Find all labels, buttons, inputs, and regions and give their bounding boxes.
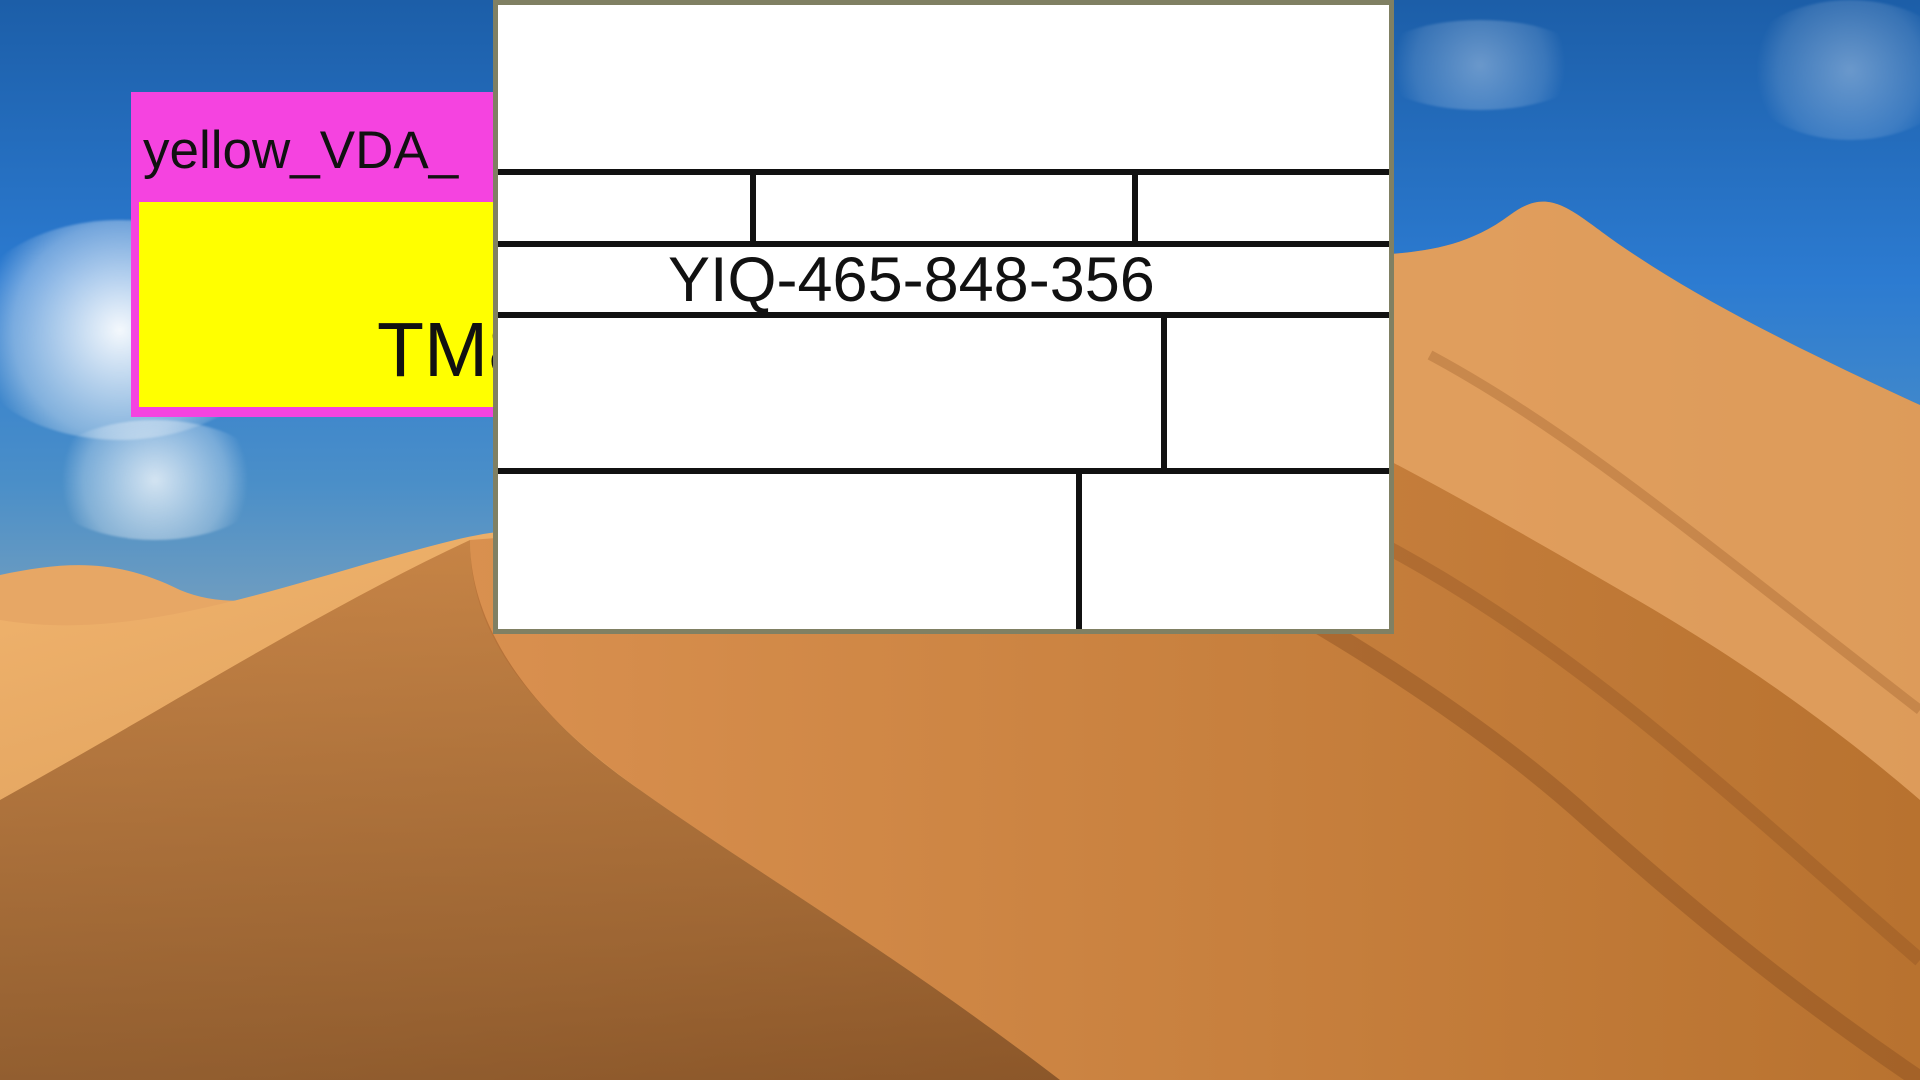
small-cell-3[interactable]	[1138, 175, 1383, 243]
yellow-window[interactable]: yellow_VDA_ TM8	[131, 92, 546, 417]
middle-right-cell[interactable]	[1167, 318, 1383, 471]
small-cell-1[interactable]	[498, 175, 750, 243]
desktop: yellow_VDA_ TM8 YIQ-465-848-356	[0, 0, 1920, 1080]
yellow-window-body[interactable]: TM8	[139, 202, 541, 407]
top-empty-cell[interactable]	[498, 5, 1383, 173]
bottom-right-cell[interactable]	[1082, 474, 1383, 629]
yellow-window-title: yellow_VDA_	[143, 121, 459, 180]
middle-left-cell[interactable]	[498, 318, 1161, 471]
cloud	[40, 420, 270, 540]
serial-number: YIQ-465-848-356	[668, 245, 1155, 315]
form-window[interactable]: YIQ-465-848-356	[493, 0, 1394, 634]
form-panel[interactable]: YIQ-465-848-356	[498, 5, 1389, 629]
bottom-left-cell[interactable]	[498, 474, 1076, 629]
small-cell-2[interactable]	[756, 175, 1132, 243]
cloud	[1370, 20, 1590, 110]
